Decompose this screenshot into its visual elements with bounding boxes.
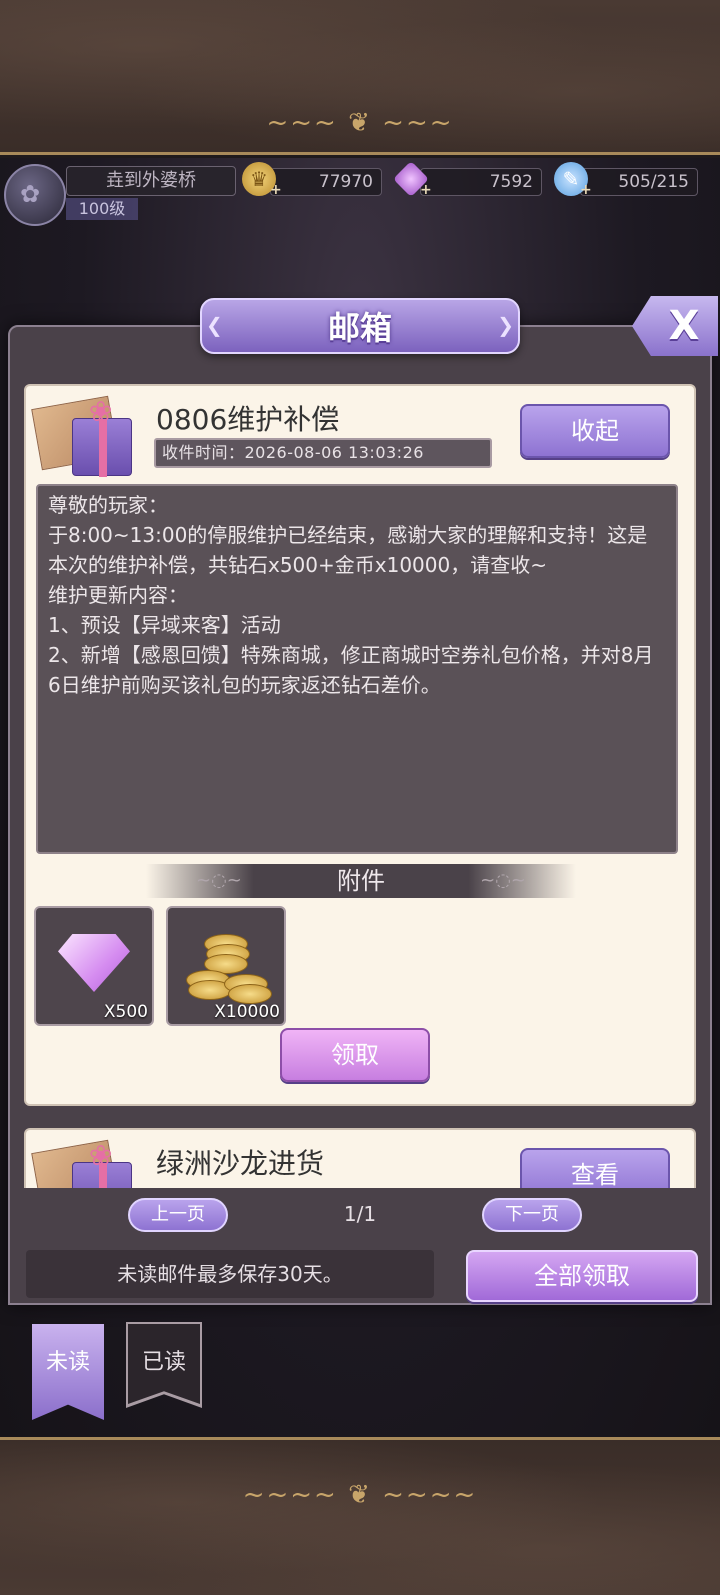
player-level: 100级 — [66, 198, 138, 220]
add-stamina-icon[interactable]: + — [580, 182, 592, 198]
attachment-slot-gold[interactable]: X10000 — [166, 906, 286, 1026]
add-diamond-icon[interactable]: + — [420, 182, 432, 198]
close-icon: X — [668, 303, 700, 349]
attachments-label: 附件 — [337, 867, 385, 895]
claim-button[interactable]: 领取 — [280, 1028, 430, 1082]
claim-all-button[interactable]: 全部领取 — [466, 1250, 698, 1302]
next-page-button[interactable]: 下一页 — [482, 1198, 582, 1232]
attachment-slot-diamond[interactable]: X500 — [34, 906, 154, 1026]
diamond-icon — [58, 934, 130, 992]
mail-received-time: 收件时间：2026-08-06 13:03:26 — [154, 438, 492, 468]
view-button[interactable]: 查看 — [520, 1148, 670, 1188]
diamond-counter: 7592 — [420, 168, 542, 196]
decorative-frame-bottom: ~~~~ ❦ ~~~~ — [0, 1437, 720, 1595]
attachment-quantity: X10000 — [214, 1002, 280, 1022]
status-bar: ✿ 垚到外婆桥 100级 77970 ♛ + 7592 + 505/215 ✎ … — [0, 160, 720, 230]
dialog-title-plate: 邮箱 — [200, 298, 520, 354]
stamina-counter: 505/215 — [580, 168, 698, 196]
mail-title: 0806维护补偿 — [156, 403, 340, 436]
mail-gift-envelope-icon — [31, 1139, 144, 1188]
mail-item-open: 0806维护补偿 收件时间：2026-08-06 13:03:26 收起 尊敬的… — [24, 384, 696, 1106]
avatar-flower-icon: ✿ — [20, 180, 41, 208]
ornament-icon: ~~~~ ❦ ~~~~ — [242, 1480, 478, 1510]
flourish-right-icon: ~◌~ — [480, 870, 526, 891]
retention-note: 未读邮件最多保存30天。 — [26, 1250, 434, 1298]
attachment-quantity: X500 — [103, 1002, 148, 1022]
prev-page-button[interactable]: 上一页 — [128, 1198, 228, 1232]
flourish-left-icon: ~◌~ — [196, 870, 242, 891]
mail-title: 绿洲沙龙进货 — [156, 1147, 325, 1180]
page-indicator: 1/1 — [343, 1202, 377, 1226]
avatar[interactable]: ✿ — [4, 164, 66, 226]
collapse-button[interactable]: 收起 — [520, 404, 670, 458]
dialog-title: 邮箱 — [327, 309, 392, 347]
gold-counter: 77970 — [270, 168, 382, 196]
add-gold-icon[interactable]: + — [270, 182, 282, 198]
player-name: 垚到外婆桥 — [66, 166, 236, 196]
mail-item[interactable]: 绿洲沙龙进货 查看 — [24, 1128, 696, 1188]
ornament-icon: ~~~ ❦ ~~~ — [266, 108, 454, 138]
mail-body-text: 尊敬的玩家： 于8:00~13:00的停服维护已经结束，感谢大家的理解和支持！这… — [36, 484, 678, 854]
gold-coins-icon — [184, 932, 274, 1006]
mail-gift-envelope-icon — [31, 395, 144, 480]
attachments-header: ~◌~ 附件 ~◌~ — [146, 864, 576, 898]
decorative-frame-top: ~~~ ❦ ~~~ — [0, 0, 720, 155]
